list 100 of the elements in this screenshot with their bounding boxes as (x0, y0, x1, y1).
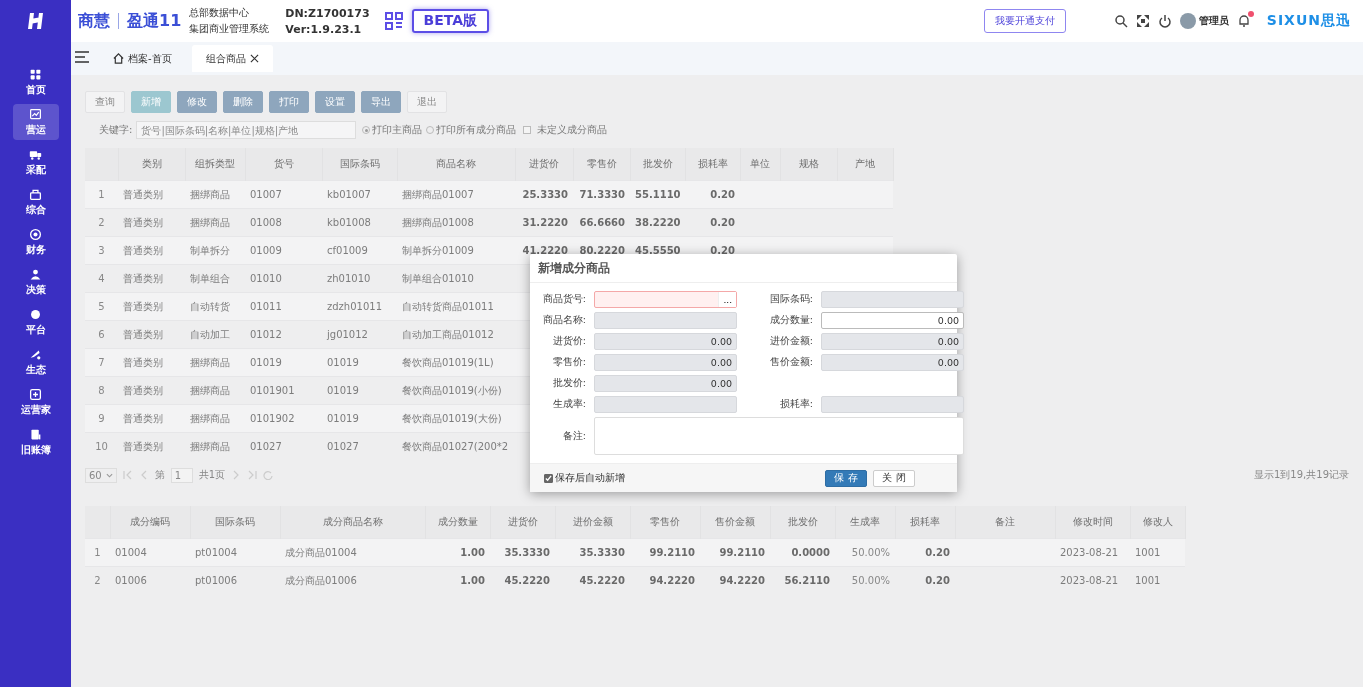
item-code-field[interactable]: ... (594, 291, 737, 308)
sidebar-item[interactable]: 生态 (12, 344, 59, 380)
input-field[interactable]: 0.00 (821, 354, 964, 371)
row-number: 1 (85, 180, 118, 209)
input-field[interactable]: 0.00 (821, 333, 964, 350)
brand-name: 商慧 (78, 10, 110, 32)
first-page-icon[interactable] (122, 470, 133, 480)
row-number: 5 (85, 292, 118, 321)
keyword-field[interactable]: 货号|国际条码|名称|单位|规格|产地 (136, 121, 357, 139)
table-cell: 餐饮商品01019(大份) (397, 404, 515, 433)
input-field[interactable] (821, 291, 964, 308)
sidebar-item[interactable]: 综合 (12, 184, 59, 220)
table-cell: 01011 (245, 292, 322, 321)
sidebar-item[interactable]: 平台 (12, 304, 59, 340)
dialog-button[interactable]: 关 闭 (873, 469, 915, 487)
input-field[interactable]: 0.00 (594, 354, 737, 371)
table-cell: 普通类别 (118, 236, 185, 265)
fullscreen-icon[interactable] (1135, 14, 1150, 28)
sidebar-item[interactable]: 财务 (12, 224, 59, 260)
auto-new-checkbox[interactable]: 保存后自动新增 (544, 471, 625, 485)
input-field[interactable]: 0.00 (821, 312, 964, 329)
field-label: 进货价: (551, 335, 586, 348)
field-label: 损耗率: (778, 398, 813, 411)
sidebar-item[interactable]: 运营家 (12, 384, 59, 420)
table-cell: 自动转货 (185, 292, 245, 321)
field-label: 批发价: (551, 377, 586, 390)
table-cell: 25.3330 (515, 180, 573, 209)
table-cell: 0.20 (895, 538, 955, 567)
input-field[interactable] (594, 396, 737, 413)
sidebar-item[interactable]: 旧账簿 (12, 424, 59, 460)
qr-code-icon[interactable] (383, 11, 404, 31)
page-total: 共1页 (198, 468, 226, 482)
table-cell: 01007 (245, 180, 322, 209)
avatar[interactable] (1179, 13, 1196, 29)
logo-icon (25, 11, 46, 31)
row-number: 10 (85, 432, 118, 460)
input-field[interactable]: 0.00 (594, 333, 737, 350)
menu-icon[interactable] (75, 51, 89, 63)
table-cell: 普通类别 (118, 348, 185, 377)
close-icon[interactable] (249, 54, 259, 63)
device-number: DN:Z1700173 (285, 6, 370, 20)
dialog-button[interactable]: 保 存 (825, 469, 867, 487)
column-header: 零售价 (573, 148, 630, 181)
column-header: 产地 (837, 148, 893, 181)
row-number: 2 (85, 566, 110, 594)
radio-option[interactable]: 打印所有成分商品 (426, 123, 517, 137)
sidebar-item[interactable]: 决策 (12, 264, 59, 300)
table-cell: 99.2110 (700, 538, 770, 567)
input-field[interactable] (821, 396, 964, 413)
field-label: 生成率: (551, 398, 586, 411)
table-cell: zdzh01011 (322, 292, 397, 321)
checkbox-option[interactable]: 未定义成分商品 (523, 123, 607, 137)
bag-icon (29, 187, 42, 201)
power-icon[interactable] (1157, 14, 1172, 28)
table-cell: 捆绑商品 (185, 348, 245, 377)
browse-button[interactable]: ... (718, 292, 736, 307)
product-name: 盈通11 (127, 10, 182, 32)
input-field[interactable] (594, 312, 737, 329)
table-cell: 1.00 (425, 566, 490, 594)
column-header: 进价金额 (555, 506, 630, 539)
radio-option[interactable]: 打印主商品 (362, 123, 423, 137)
caret-icon (105, 472, 113, 478)
user-name[interactable]: 管理员 (1198, 14, 1229, 28)
table-cell: 94.2220 (630, 566, 700, 594)
column-header: 批发价 (630, 148, 685, 181)
table-cell: 普通类别 (118, 404, 185, 433)
table-cell: 1001 (1130, 538, 1185, 567)
column-header: 商品名称 (397, 148, 515, 181)
search-icon[interactable] (1113, 14, 1128, 28)
input-field[interactable]: 0.00 (594, 375, 737, 392)
refresh-icon[interactable] (263, 470, 274, 480)
person-icon (29, 267, 42, 281)
column-header: 组拆类型 (185, 148, 245, 181)
column-header: 备注 (955, 506, 1055, 539)
sidebar-item[interactable]: 营运 (12, 104, 59, 140)
tab[interactable]: 组合商品 (191, 45, 273, 72)
table-cell: 普通类别 (118, 292, 185, 321)
table-cell: cf01009 (322, 236, 397, 265)
table-cell: 0.0000 (770, 538, 835, 567)
table-cell: 01004 (110, 538, 190, 567)
row-number: 3 (85, 236, 118, 265)
remarks-field[interactable] (594, 417, 964, 455)
column-header: 类别 (118, 148, 185, 181)
tab[interactable]: 档案-首页 (99, 45, 186, 72)
sidebar-item[interactable]: 首页 (12, 64, 59, 100)
table-cell: 成分商品01006 (280, 566, 425, 594)
grid-icon (29, 67, 42, 81)
table-cell: 35.3330 (555, 538, 630, 567)
table-cell: 捆绑商品 (185, 404, 245, 433)
table-cell: 50.00% (835, 538, 895, 567)
table-cell: 普通类别 (118, 180, 185, 209)
table-cell: 01027 (245, 432, 322, 460)
last-page-icon[interactable] (247, 470, 258, 480)
column-header: 国际条码 (322, 148, 397, 181)
payment-button[interactable]: 我要开通支付 (983, 9, 1066, 33)
bell-icon[interactable] (1236, 14, 1251, 28)
sidebar-item[interactable]: 采配 (12, 144, 59, 180)
field-label: 进价金额: (768, 335, 813, 348)
box-icon (29, 387, 42, 401)
dot-icon (29, 307, 42, 321)
